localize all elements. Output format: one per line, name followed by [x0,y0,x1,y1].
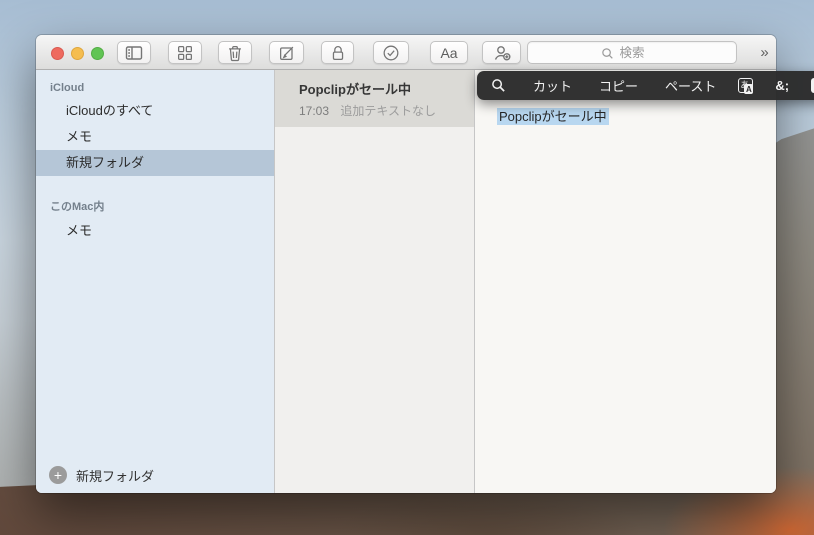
delete-note-button[interactable] [218,41,252,64]
plus-icon: + [49,466,67,484]
lock-icon [332,45,343,60]
search-input[interactable] [528,42,736,63]
sidebar-section-icloud: iCloud [50,82,85,94]
popclip-popup: カット コピー ペースト あ A &; あ A [477,71,814,100]
popup-html-entities-button[interactable]: &; [775,78,789,93]
format-button[interactable]: Aa [430,41,468,64]
search-field[interactable] [527,41,737,64]
add-person-icon [494,45,511,61]
toolbar: Aa » [36,35,776,70]
sidebar-toggle-button[interactable] [117,41,151,64]
checkmark-circle-icon [383,45,399,60]
selected-text: Popclipがセール中 [497,108,609,125]
sidebar-item-notes-local[interactable]: メモ [36,218,274,244]
sidebar-item-icloud-all[interactable]: iCloudのすべて [36,98,274,124]
toolbar-overflow-button[interactable]: » [753,41,775,64]
format-label: Aa [440,44,458,61]
notes-window: Aa » iClo [36,35,776,493]
note-preview: 追加テキストなし [340,104,437,118]
sidebar-toggle-icon [125,45,143,60]
note-list-item[interactable]: Popclipがセール中 17:03 追加テキストなし [275,70,474,127]
note-meta: 17:03 追加テキストなし [299,102,464,119]
popup-search-button[interactable] [491,78,506,93]
close-button[interactable] [51,46,64,60]
sidebar-item-notes[interactable]: メモ [36,124,274,150]
grid-view-icon [178,45,192,60]
note-time: 17:03 [299,104,330,118]
compose-icon [279,46,293,60]
new-note-button[interactable] [269,41,304,64]
popup-copy-button[interactable]: コピー [599,76,638,95]
minimize-button[interactable] [71,46,84,60]
add-person-button[interactable] [482,41,521,64]
sidebar-item-new-folder[interactable]: 新規フォルダ [36,150,274,176]
sidebar-section-on-mac: このMac内 [50,201,105,213]
zoom-button[interactable] [91,46,104,60]
new-folder-label: 新規フォルダ [76,468,155,484]
note-editor[interactable]: Popclipがセール中 [475,70,776,493]
overflow-chevron-icon: » [760,44,768,61]
trash-icon [229,45,241,61]
grid-view-button[interactable] [168,41,202,64]
note-list: Popclipがセール中 17:03 追加テキストなし [275,70,475,493]
desktop-wallpaper: Aa » iClo [0,0,814,535]
window-content: iCloud iCloudのすべて メモ 新規フォルダ このMac内 メモ + … [36,70,776,493]
note-title: Popclipがセール中 [299,82,411,97]
editor-text-line: Popclipがセール中 [497,106,609,125]
new-folder-button[interactable]: + 新規フォルダ [36,457,274,493]
lock-note-button[interactable] [321,41,354,64]
checklist-button[interactable] [373,41,409,64]
folders-sidebar: iCloud iCloudのすべて メモ 新規フォルダ このMac内 メモ + … [36,70,275,493]
popup-paste-button[interactable]: ペースト [665,76,716,95]
popup-cut-button[interactable]: カット [533,76,572,95]
popup-translate-button[interactable]: あ A [738,78,754,94]
